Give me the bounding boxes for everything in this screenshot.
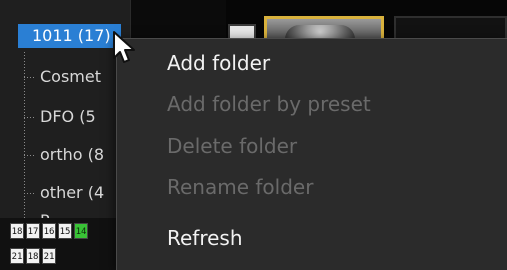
tooth-button[interactable]: 17 [26, 223, 40, 239]
app-window: 1011 (17) Cosmet DFO (5 ortho (8 other (… [0, 0, 507, 270]
tree-item-label: DFO (5 [40, 107, 96, 126]
tree-item-label: Cosmet [40, 67, 101, 86]
mini-toolbar-row: 18 17 16 15 14 [10, 223, 88, 239]
mini-toolbar: 18 17 16 15 14 21 18 21 [0, 218, 130, 270]
tree-item-cosmet[interactable]: Cosmet [0, 62, 130, 92]
menu-item-rename-folder: Rename folder [167, 175, 314, 199]
tree-item-label: ortho (8 [40, 145, 105, 164]
tree-root-item[interactable]: 1011 (17) [0, 22, 130, 52]
menu-item-add-folder[interactable]: Add folder [167, 46, 270, 80]
tooth-button[interactable]: 18 [10, 223, 24, 239]
tree-root-label: 1011 (17) [18, 24, 121, 48]
tree-item-ortho[interactable]: ortho (8 [0, 140, 130, 170]
tooth-button-active[interactable]: 14 [74, 223, 88, 239]
mini-toolbar-row: 21 18 21 [10, 248, 56, 264]
tree-item-label: other (4 [40, 183, 105, 202]
tooth-button[interactable]: 18 [26, 248, 40, 264]
tooth-button[interactable]: 15 [58, 223, 72, 239]
tree-item-dfo[interactable]: DFO (5 [0, 102, 130, 132]
tooth-button[interactable]: 21 [42, 248, 56, 264]
menu-item-delete-folder: Delete folder [167, 134, 298, 158]
tooth-button[interactable]: 16 [42, 223, 56, 239]
context-menu: Add folder Add folder by preset Delete f… [116, 38, 507, 270]
mouse-pointer-icon [113, 31, 135, 63]
tree-item-other[interactable]: other (4 [0, 178, 130, 208]
menu-item-refresh[interactable]: Refresh [167, 221, 243, 255]
menu-item-add-folder-by-preset: Add folder by preset [167, 92, 371, 116]
tooth-button[interactable]: 21 [10, 248, 24, 264]
